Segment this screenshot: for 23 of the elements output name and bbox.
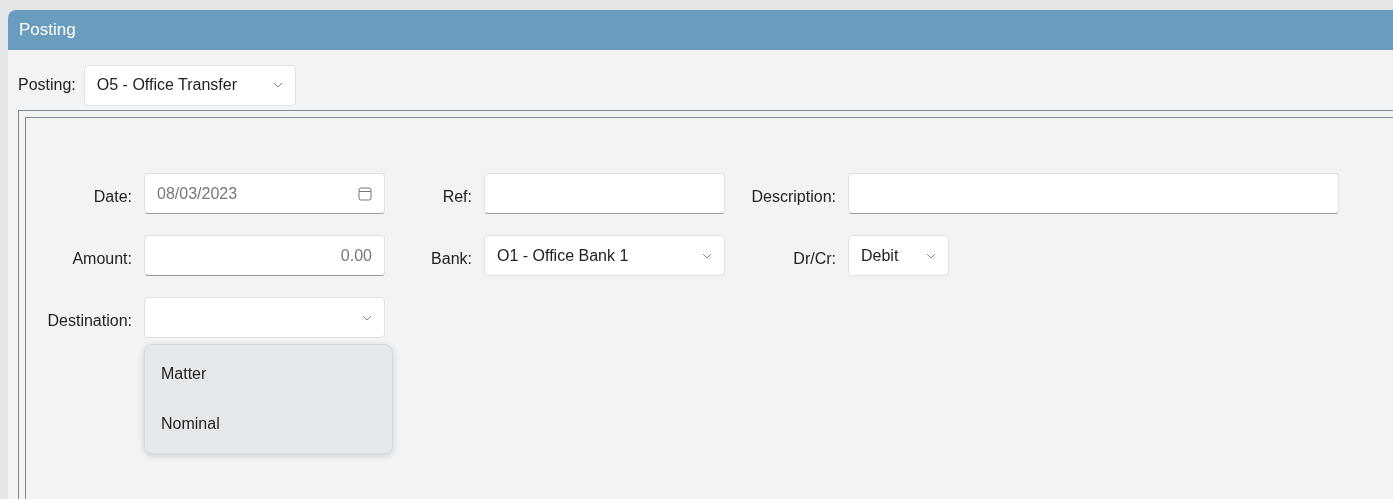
field-label: Dr/Cr: [792,248,836,268]
field-label: Posting: [18,76,76,94]
dropdown[interactable]: Debit [848,235,949,276]
field-label: Ref: [441,186,472,206]
input-field[interactable] [484,173,725,214]
chevron-down-icon [702,252,712,259]
chevron-down-icon [272,82,283,88]
panel-title: Posting [19,20,76,40]
chevron-down-icon [926,252,936,259]
field-label: Description: [750,186,836,206]
field-label: Date: [92,186,132,206]
field-label: Bank: [430,248,472,268]
chevron-down-icon [362,314,372,321]
calendar-icon[interactable] [358,186,372,201]
field-label: Amount: [71,248,132,268]
date-field[interactable]: 08/03/2023 [144,173,385,214]
dropdown[interactable]: O5 - Office Transfer [83,64,296,106]
field-label: Destination: [46,310,132,330]
dropdown-option[interactable]: Nominal [145,399,392,449]
dropdown[interactable]: O1 - Office Bank 1 [484,235,725,276]
input-field[interactable] [848,173,1339,214]
dropdown-option[interactable]: Matter [145,349,392,399]
amount-field[interactable]: 0.00 [144,235,385,276]
